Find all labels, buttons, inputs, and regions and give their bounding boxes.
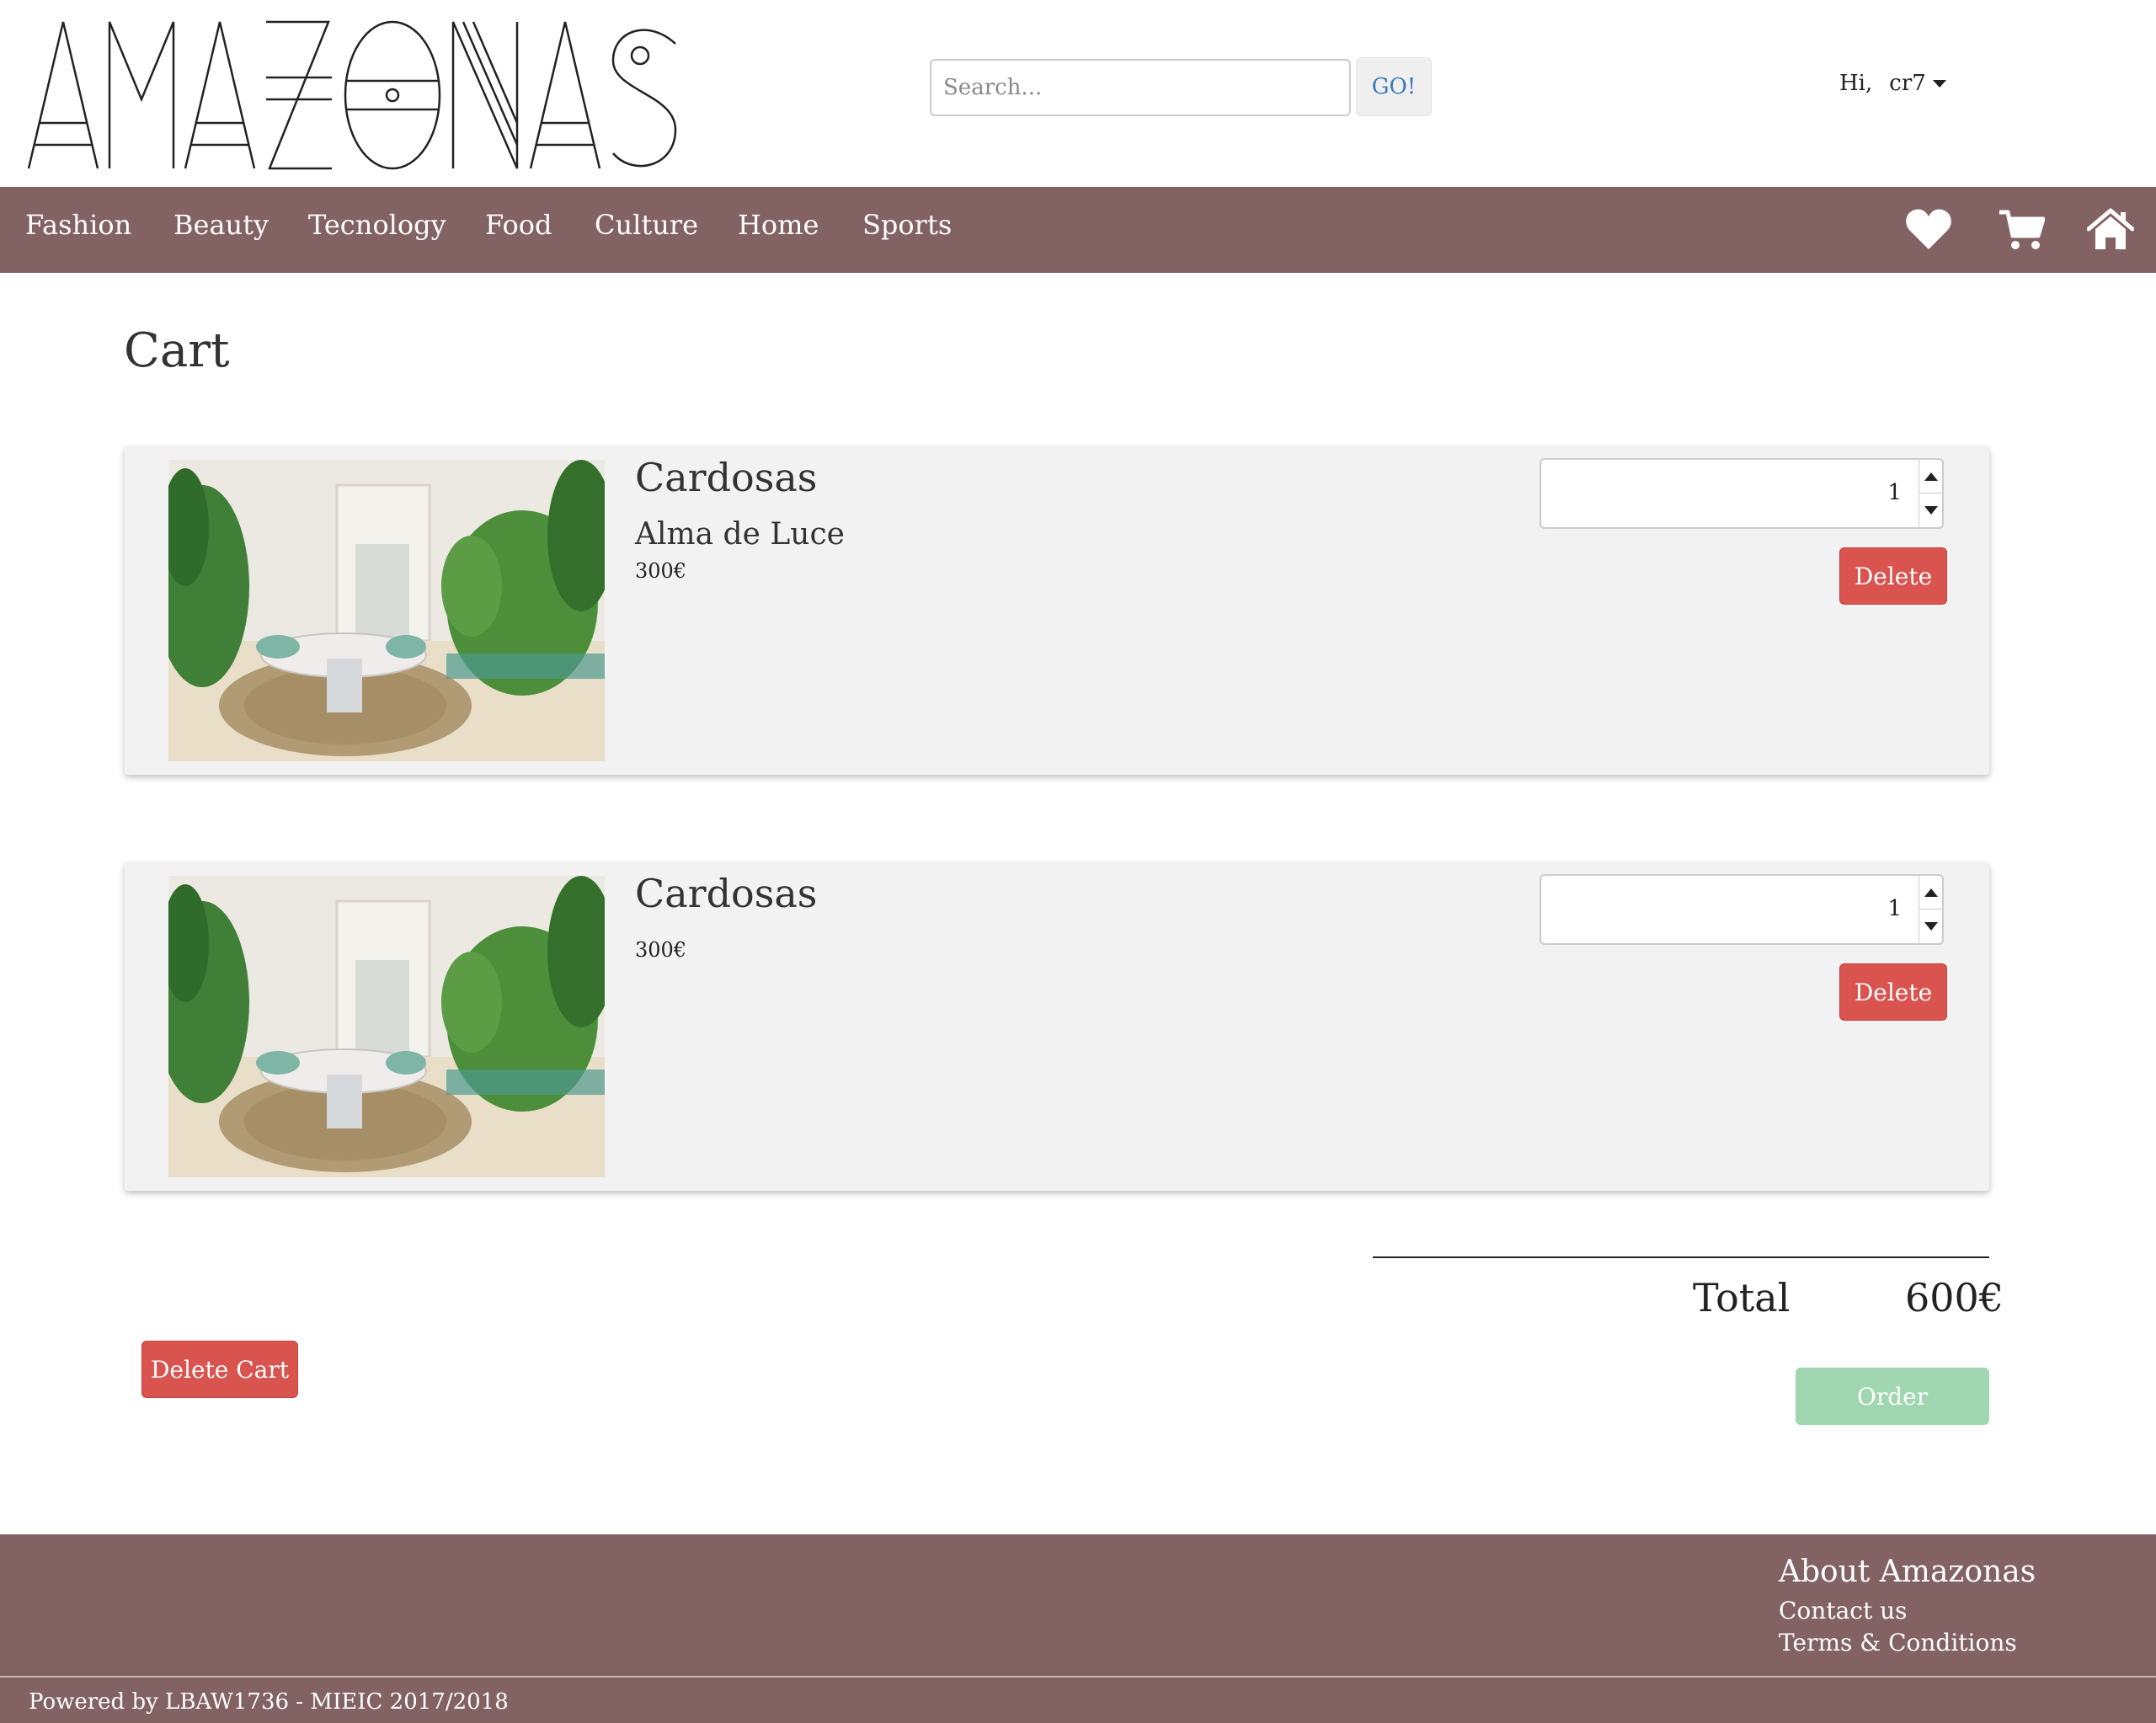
product-name[interactable]: Cardosas	[635, 871, 817, 916]
heart-icon[interactable]	[1905, 207, 1952, 251]
footer-credit: Powered by LBAW1736 - MIEIC 2017/2018	[29, 1689, 509, 1715]
product-image[interactable]	[168, 460, 605, 761]
search-go-button[interactable]: GO!	[1356, 57, 1432, 116]
nav-item-home[interactable]: Home	[738, 209, 819, 241]
product-subtitle: Alma de Luce	[635, 517, 845, 552]
greeting-text: Hi,	[1839, 71, 1873, 96]
amazonas-logo[interactable]	[25, 19, 682, 174]
footer-divider	[0, 1676, 2156, 1678]
delete-item-button[interactable]: Delete	[1839, 963, 1947, 1021]
user-menu-toggle[interactable]: cr7	[1889, 71, 1946, 96]
product-name[interactable]: Cardosas	[635, 455, 817, 500]
total-label: Total	[1693, 1275, 1790, 1320]
user-greeting: Hi, cr7	[1839, 71, 1946, 96]
category-navbar: Fashion Beauty Tecnology Food Culture Ho…	[0, 187, 2156, 273]
quantity-stepper[interactable]: 1	[1540, 874, 1944, 945]
nav-item-tecnology[interactable]: Tecnology	[308, 209, 446, 241]
product-image[interactable]	[168, 876, 605, 1177]
site-footer: About Amazonas Contact us Terms & Condit…	[0, 1534, 2156, 1723]
decrement-button[interactable]	[1919, 493, 1943, 527]
delete-cart-button[interactable]: Delete Cart	[141, 1341, 298, 1398]
nav-item-food[interactable]: Food	[485, 209, 552, 241]
quantity-spinner	[1919, 876, 1943, 943]
quantity-spinner	[1919, 460, 1943, 527]
quantity-stepper[interactable]: 1	[1540, 458, 1944, 529]
product-price: 300€	[635, 559, 687, 583]
home-icon[interactable]	[2087, 207, 2134, 251]
nav-item-beauty[interactable]: Beauty	[173, 209, 269, 241]
page-title: Cart	[124, 323, 230, 378]
arrow-down-icon	[1924, 506, 1938, 515]
product-price: 300€	[635, 938, 687, 962]
arrow-up-icon	[1924, 888, 1938, 897]
delete-item-button[interactable]: Delete	[1839, 547, 1947, 605]
site-header: GO! Hi, cr7	[0, 0, 2156, 187]
quantity-value[interactable]: 1	[1887, 896, 1902, 921]
nav-item-fashion[interactable]: Fashion	[25, 209, 131, 241]
increment-button[interactable]	[1919, 460, 1943, 493]
cart-item: Cardosas 300€ 1 Delete	[125, 862, 1989, 1191]
increment-button[interactable]	[1919, 876, 1943, 910]
caret-down-icon	[1932, 79, 1946, 88]
cart-icon[interactable]	[1998, 207, 2045, 251]
arrow-down-icon	[1924, 922, 1938, 931]
decrement-button[interactable]	[1919, 910, 1943, 943]
footer-link-terms[interactable]: Terms & Conditions	[1779, 1629, 2017, 1656]
footer-heading: About Amazonas	[1779, 1555, 2036, 1589]
quantity-value[interactable]: 1	[1887, 480, 1902, 505]
search-input[interactable]	[930, 59, 1351, 116]
total-divider	[1373, 1256, 1989, 1258]
username: cr7	[1889, 71, 1926, 96]
footer-link-contact[interactable]: Contact us	[1779, 1597, 1908, 1624]
arrow-up-icon	[1924, 472, 1938, 481]
cart-item: Cardosas Alma de Luce 300€ 1 Delete	[125, 446, 1989, 775]
nav-item-sports[interactable]: Sports	[862, 209, 952, 241]
total-value: 600€	[1905, 1275, 2004, 1320]
nav-item-culture[interactable]: Culture	[595, 209, 698, 241]
order-button[interactable]: Order	[1796, 1368, 1989, 1425]
